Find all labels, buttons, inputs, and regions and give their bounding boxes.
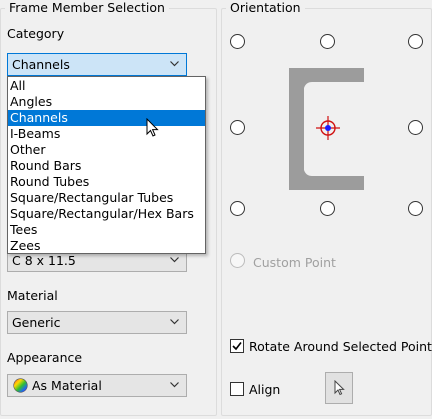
insertion-point-icon[interactable] xyxy=(316,116,340,140)
material-label: Material xyxy=(7,288,58,303)
category-label: Category xyxy=(7,26,65,41)
insertion-point-bottom-right-radio[interactable] xyxy=(408,201,423,216)
category-option-square-rectangular-hex-bars[interactable]: Square/Rectangular/Hex Bars xyxy=(8,206,205,222)
insertion-point-top-left-radio[interactable] xyxy=(230,34,245,49)
category-option-i-beams[interactable]: I-Beams xyxy=(8,126,205,142)
rotate-around-selected-point-checkbox[interactable] xyxy=(230,339,244,353)
category-option-other[interactable]: Other xyxy=(8,142,205,158)
insertion-point-middle-left-radio[interactable] xyxy=(230,120,245,135)
category-option-all[interactable]: All xyxy=(8,78,205,94)
chevron-down-icon xyxy=(170,257,179,263)
rotate-around-selected-point-label: Rotate Around Selected Point xyxy=(249,339,432,354)
align-label: Align xyxy=(249,382,281,397)
appearance-value: As Material xyxy=(32,378,102,393)
category-option-square-rectangular-tubes[interactable]: Square/Rectangular Tubes xyxy=(8,190,205,206)
checkmark-icon xyxy=(232,342,242,351)
insertion-point-middle-right-radio[interactable] xyxy=(408,120,423,135)
category-option-zees[interactable]: Zees xyxy=(8,238,205,254)
category-option-channels[interactable]: Channels xyxy=(8,110,205,126)
material-select[interactable]: Generic xyxy=(7,311,187,334)
custom-point-radio[interactable] xyxy=(230,253,245,268)
appearance-sphere-icon xyxy=(13,378,28,393)
insertion-point-bottom-center-radio[interactable] xyxy=(320,201,335,216)
align-checkbox[interactable] xyxy=(230,382,244,396)
insertion-point-top-center-radio[interactable] xyxy=(320,34,335,49)
appearance-select[interactable]: As Material xyxy=(7,374,187,397)
size-value: C 8 x 11.5 xyxy=(12,253,76,268)
category-option-tees[interactable]: Tees xyxy=(8,222,205,238)
chevron-down-icon xyxy=(170,382,179,388)
category-dropdown-list: All Angles Channels I-Beams Other Round … xyxy=(7,76,206,254)
align-select-button[interactable] xyxy=(325,372,353,404)
cursor-arrow-icon xyxy=(334,380,345,396)
chevron-down-icon xyxy=(170,61,179,67)
custom-point-label: Custom Point xyxy=(253,255,336,270)
appearance-label: Appearance xyxy=(7,350,83,365)
category-option-round-tubes[interactable]: Round Tubes xyxy=(8,174,205,190)
category-option-angles[interactable]: Angles xyxy=(8,94,205,110)
material-value: Generic xyxy=(12,315,61,330)
frame-member-selection-title: Frame Member Selection xyxy=(5,0,169,16)
mouse-pointer-icon xyxy=(146,118,159,137)
category-option-round-bars[interactable]: Round Bars xyxy=(8,158,205,174)
category-select[interactable]: Channels xyxy=(7,53,187,76)
insertion-point-top-right-radio[interactable] xyxy=(408,34,423,49)
insertion-point-bottom-left-radio[interactable] xyxy=(230,201,245,216)
category-value: Channels xyxy=(12,57,70,72)
orientation-title: Orientation xyxy=(226,0,305,16)
chevron-down-icon xyxy=(170,319,179,325)
